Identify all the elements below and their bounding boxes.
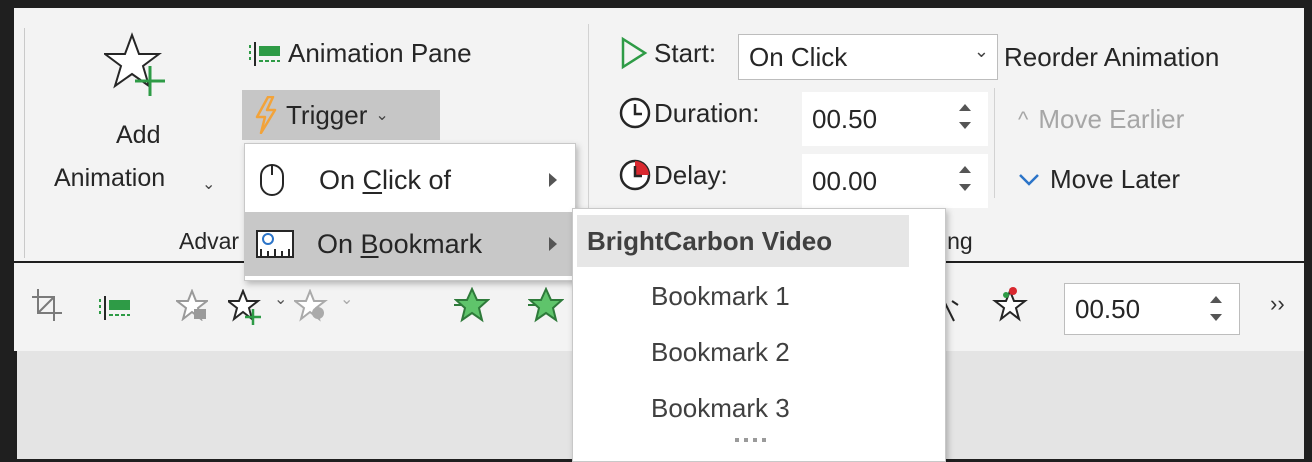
move-later-label: Move Later — [1050, 164, 1181, 194]
clock-icon — [618, 96, 652, 130]
trigger-menu: On Click of On Bookmark — [244, 143, 576, 281]
start-select[interactable]: On Click ⌄ — [738, 34, 998, 80]
bookmark-submenu: BrightCarbon Video Bookmark 1 Bookmark 2… — [572, 208, 946, 462]
toolbar-overflow-button[interactable]: ›› — [1270, 291, 1285, 317]
move-earlier-label: Move Earlier — [1038, 104, 1185, 134]
chevron-down-icon: ⌄ — [202, 176, 216, 193]
star-green-icon[interactable] — [527, 286, 565, 328]
start-value: On Click — [749, 41, 848, 72]
mouse-icon — [259, 163, 285, 197]
trigger-label: Trigger — [286, 99, 368, 130]
slide-area-edge — [14, 351, 17, 459]
duration-label: Duration: — [654, 97, 760, 128]
spinner-arrows-icon[interactable] — [958, 160, 972, 196]
bookmark-ruler-icon — [255, 227, 295, 261]
star-plus-icon — [104, 32, 165, 96]
ribbon-left-edge — [24, 28, 25, 258]
star-delay-icon[interactable] — [992, 285, 1028, 328]
star-remove-icon[interactable] — [174, 288, 210, 326]
chevron-down-icon[interactable]: ⌄ — [340, 289, 353, 309]
delay-label-group: Delay: — [618, 158, 728, 192]
on-bookmark-label: On Bookmark — [317, 228, 483, 259]
add-animation-label-line1: Add — [116, 121, 161, 149]
delay-spinner[interactable]: 00.00 — [802, 154, 988, 208]
star-green-icon[interactable] — [453, 286, 491, 328]
on-click-of-label: On Click of — [319, 164, 452, 195]
move-later-button[interactable]: Move Later — [1018, 164, 1180, 195]
start-label-group: Start: — [620, 36, 716, 70]
animation-pane-label: Animation Pane — [288, 38, 472, 68]
reorder-animation-title: Reorder Animation — [1004, 42, 1220, 72]
play-triangle-icon — [620, 36, 648, 70]
trigger-button[interactable]: Trigger ⌄ — [242, 90, 440, 140]
menu-item-on-click-of[interactable]: On Click of — [245, 148, 575, 212]
menu-item-on-bookmark[interactable]: On Bookmark — [245, 212, 575, 276]
lightning-icon — [254, 96, 278, 134]
bookmark-item-1[interactable]: Bookmark 1 — [651, 281, 790, 312]
chevron-down-icon — [1018, 173, 1040, 187]
animation-pane-icon[interactable] — [96, 295, 132, 326]
star-effect-icon[interactable] — [292, 288, 328, 328]
delay-value: 00.00 — [812, 165, 878, 196]
chevron-right-icon — [549, 173, 557, 187]
reorder-separator — [994, 88, 995, 198]
star-plus-icon[interactable] — [225, 288, 262, 330]
resize-grip-icon[interactable] — [735, 438, 766, 442]
spinner-arrows-icon[interactable] — [1209, 290, 1223, 326]
toolbar-duration-spinner[interactable]: 00.50 — [1064, 283, 1240, 335]
delay-clock-icon — [618, 158, 652, 192]
chevron-down-icon[interactable]: ⌄ — [274, 289, 287, 309]
delay-label: Delay: — [654, 159, 728, 190]
animation-pane-icon — [246, 41, 282, 67]
chevron-up-icon: ^ — [1018, 106, 1029, 132]
move-earlier-button[interactable]: ^ Move Earlier — [1018, 104, 1184, 135]
add-animation-label-line2: Animation — [54, 164, 166, 192]
animation-pane-button[interactable]: Animation Pane — [246, 38, 472, 69]
chevron-down-icon: ⌄ — [973, 41, 989, 61]
chevron-right-icon — [549, 237, 557, 251]
spinner-arrows-icon[interactable] — [958, 98, 972, 134]
app-frame: Add Animation ⌄ Animation Pane Trigger ⌄… — [14, 8, 1304, 462]
star-partial-icon[interactable] — [943, 293, 960, 328]
bookmark-item-2[interactable]: Bookmark 2 — [651, 337, 790, 368]
crop-icon[interactable] — [32, 289, 62, 326]
toolbar-duration-value: 00.50 — [1075, 293, 1141, 324]
group-label-advanced: Advar — [179, 228, 240, 254]
duration-spinner[interactable]: 00.50 — [802, 92, 988, 146]
bookmark-media-header: BrightCarbon Video — [577, 215, 909, 267]
bookmark-item-3[interactable]: Bookmark 3 — [651, 393, 790, 424]
start-label: Start: — [654, 37, 717, 68]
duration-value: 00.50 — [812, 103, 878, 134]
group-label-timing: ing — [942, 228, 973, 254]
duration-label-group: Duration: — [618, 96, 760, 130]
chevron-down-icon: ⌄ — [375, 107, 389, 124]
